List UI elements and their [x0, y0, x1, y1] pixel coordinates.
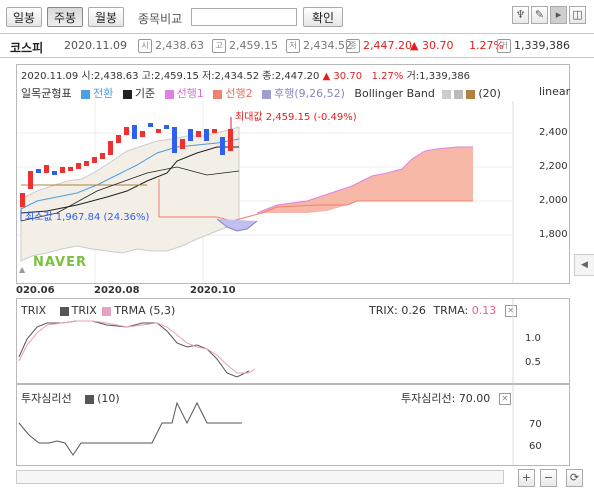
split-icon[interactable]: ◫ [569, 6, 586, 24]
psy-panel[interactable]: 투자심리선 (10) 투자심리선: 70.00 ✕ 70 60 [16, 384, 570, 466]
psy-y-tick-1: 70 [529, 419, 542, 430]
refresh-icon[interactable]: ⟳ [566, 469, 583, 487]
high-icon: 고 [212, 39, 226, 53]
cursor-icon[interactable]: ▸ [550, 6, 567, 24]
max-value-label: 최대값 2,459.15 (-0.49%) [235, 112, 357, 123]
legend-swatch-3 [164, 89, 174, 99]
weekly-button[interactable]: 주봉 [47, 7, 83, 27]
chart-info-change: ▲ 30.70 [322, 71, 363, 82]
x-tick-2: 2020.08 [94, 285, 140, 296]
psy-svg [18, 385, 514, 465]
trix-svg [18, 299, 514, 383]
main-chart-svg [17, 101, 514, 283]
chart-info-line: 2020.11.09 시:2,438.63 고:2,459.15 저:2,434… [21, 67, 470, 82]
x-tick-1: 020.06 [16, 285, 55, 296]
open-group: 시 2,438.63 [138, 39, 204, 53]
zoom-in-button[interactable]: + [518, 469, 535, 487]
trix-y-tick-1: 1.0 [525, 333, 541, 344]
legend-swatch-4 [213, 89, 223, 99]
y-tick-1: 2,400 [539, 127, 568, 138]
legend-label-6: Bollinger Band [354, 87, 435, 100]
psy-y-tick-2: 60 [529, 441, 542, 452]
x-tick-3: 2020.10 [190, 285, 236, 296]
close-value: 2,447.20 [363, 39, 412, 52]
quote-date: 2020.11.09 [64, 39, 127, 52]
confirm-button[interactable]: 확인 [303, 7, 343, 27]
chart-info-volume: 거:1,339,386 [406, 71, 471, 82]
close-icon: 종 [346, 39, 360, 53]
scroll-left-icon[interactable]: ▲ [19, 265, 25, 274]
legend-swatch-5 [262, 89, 272, 99]
legend-label-4: 선행2 [225, 87, 253, 100]
pencil-icon[interactable]: ✎ [531, 6, 548, 24]
y-tick-4: 1,800 [539, 229, 568, 240]
min-value-label: 최소값 1,967.84 (24.36%) [25, 212, 150, 223]
chart-info-text: 2020.11.09 시:2,438.63 고:2,459.15 저:2,434… [21, 71, 320, 82]
trix-line [18, 320, 250, 378]
legend-title: 일목균형표 [21, 87, 72, 100]
trix-panel[interactable]: TRIX TRIX TRMA (5,3) TRIX: 0.26 TRMA: 0.… [16, 298, 570, 384]
expand-panel-button[interactable]: ◀ [574, 254, 594, 276]
chart-info-pct: 1.27% [371, 71, 404, 82]
main-legend: 일목균형표 전환 기준 선행1 선행2 후행(9,26,52) Bollinge… [21, 85, 501, 101]
high-value: 2,459.15 [229, 39, 278, 52]
bollinger-band [20, 126, 240, 262]
scale-label[interactable]: linear [539, 85, 570, 98]
high-group: 고 2,459.15 [212, 39, 278, 53]
horizontal-scrollbar[interactable] [16, 470, 504, 484]
legend-swatch-6b [454, 89, 464, 99]
low-icon: 저 [286, 39, 300, 53]
volume-icon: 거 [497, 39, 511, 53]
compare-input[interactable] [191, 8, 297, 26]
volume-group: 거 1,339,386 [497, 39, 570, 53]
open-value: 2,438.63 [155, 39, 204, 52]
compare-label: 종목비교 [138, 12, 183, 26]
legend-swatch-6a [442, 89, 452, 99]
trix-y-tick-2: 0.5 [525, 357, 541, 368]
low-value: 2,434.52 [303, 39, 352, 52]
legend-swatch-2 [122, 89, 132, 99]
legend-label-2: 기준 [134, 87, 156, 100]
legend-label-1: 전환 [93, 87, 114, 100]
legend-label-3: 선행1 [176, 87, 204, 100]
daily-button[interactable]: 일봉 [6, 7, 42, 27]
monthly-button[interactable]: 월봉 [88, 7, 124, 27]
legend-label-7: (20) [478, 87, 501, 100]
change-value: ▲ 30.70 [410, 39, 454, 52]
low-group: 저 2,434.52 [286, 39, 352, 53]
naver-watermark: NAVER [33, 255, 88, 270]
stock-name: 코스피 [10, 41, 44, 55]
open-icon: 시 [138, 39, 152, 53]
legend-swatch-7 [466, 89, 476, 99]
quote-bar: 코스피 2020.11.09 시 2,438.63 고 2,459.15 저 2,43… [0, 33, 594, 58]
wrench-icon[interactable]: ♆ [512, 6, 529, 24]
y-tick-2: 2,200 [539, 161, 568, 172]
main-chart-panel[interactable]: 2020.11.09 시:2,438.63 고:2,459.15 저:2,434… [16, 64, 570, 284]
legend-swatch-1 [81, 89, 91, 99]
zoom-out-button[interactable]: − [540, 469, 557, 487]
psy-line [18, 401, 242, 456]
close-group: 종 2,447.20 [346, 39, 412, 53]
trma-line [18, 320, 256, 374]
volume-value: 1,339,386 [514, 39, 570, 52]
y-tick-3: 2,000 [539, 195, 568, 206]
legend-label-5: 후행(9,26,52) [274, 87, 345, 100]
